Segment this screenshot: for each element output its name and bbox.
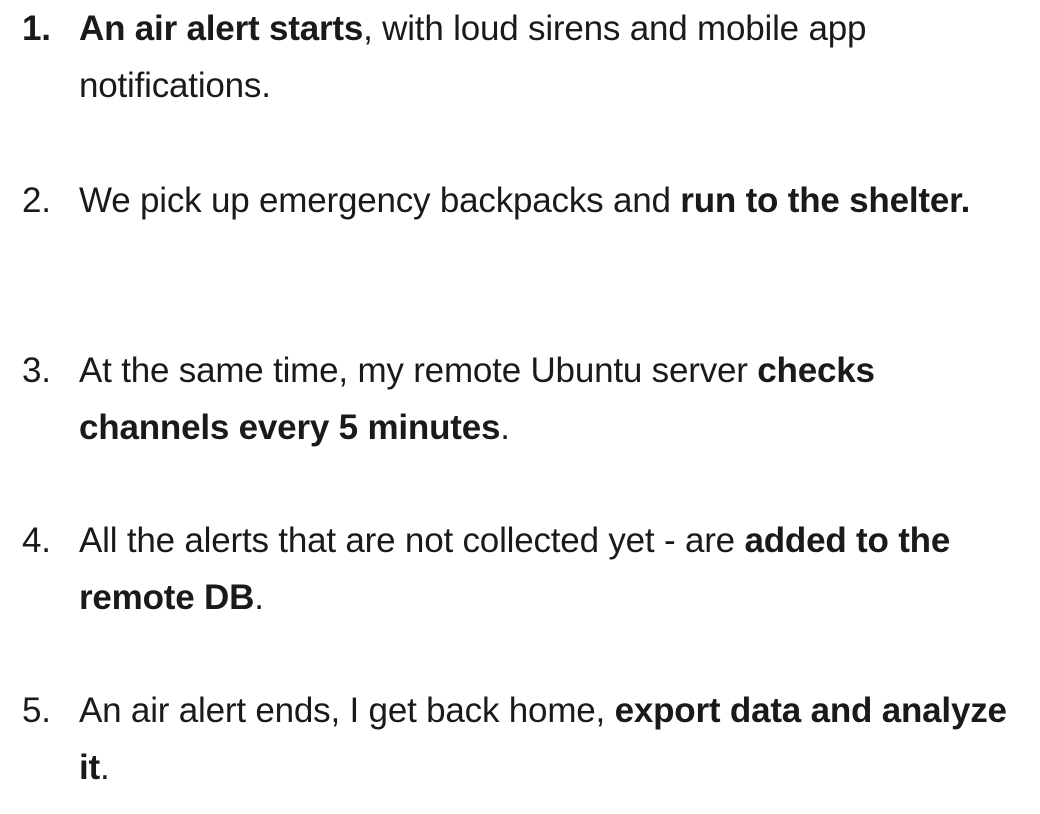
step-number: 5. bbox=[22, 691, 51, 730]
step-text-after: . bbox=[254, 578, 264, 617]
step-text: An air alert ends, I get back home, expo… bbox=[79, 682, 1032, 796]
step-text: At the same time, my remote Ubuntu serve… bbox=[79, 342, 1032, 456]
step-text: An air alert starts, with loud sirens an… bbox=[79, 0, 1032, 114]
step-item: 1. An air alert starts, with loud sirens… bbox=[22, 0, 1032, 114]
step-number: 2. bbox=[22, 181, 51, 220]
step-item: 2. We pick up emergency backpacks and ru… bbox=[22, 172, 1032, 229]
step-item: 4. All the alerts that are not collected… bbox=[22, 512, 1032, 626]
step-text-before: We pick up emergency backpacks and bbox=[79, 181, 681, 220]
step-text-after: . bbox=[500, 408, 510, 447]
step-number: 3. bbox=[22, 351, 51, 390]
step-text-before: All the alerts that are not collected ye… bbox=[79, 521, 745, 560]
step-bold-text: An air alert starts bbox=[79, 9, 364, 48]
step-text-after: . bbox=[99, 748, 110, 787]
step-item: 3. At the same time, my remote Ubuntu se… bbox=[22, 342, 1032, 456]
step-text-before: At the same time, my remote Ubuntu serve… bbox=[79, 351, 758, 390]
step-text: All the alerts that are not collected ye… bbox=[79, 512, 1032, 626]
step-text: We pick up emergency backpacks and run t… bbox=[79, 172, 1032, 229]
step-number: 1. bbox=[22, 9, 51, 48]
step-item: 5. An air alert ends, I get back home, e… bbox=[22, 682, 1032, 796]
step-bold-text: run to the shelter. bbox=[680, 181, 971, 220]
step-number: 4. bbox=[22, 521, 51, 560]
step-text-before: An air alert ends, I get back home, bbox=[79, 691, 615, 730]
